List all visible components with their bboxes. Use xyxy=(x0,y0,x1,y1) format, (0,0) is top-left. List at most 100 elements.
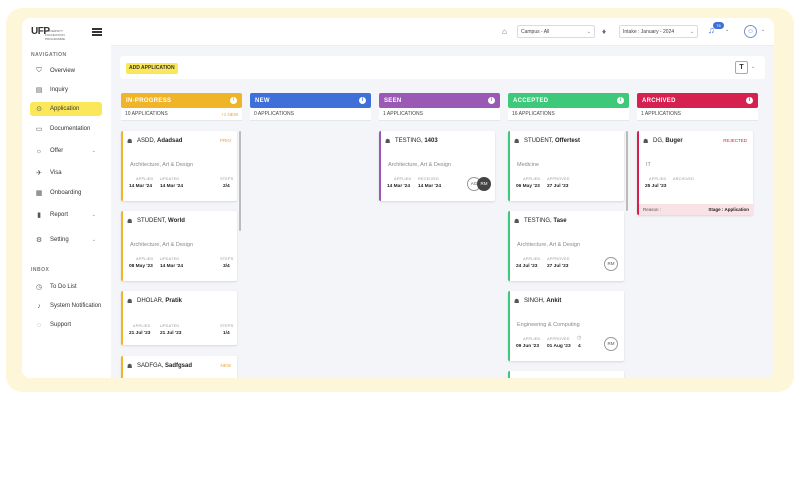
inbox-heading: INBOX xyxy=(31,267,50,273)
campus-select[interactable]: Campus - All ⌄ xyxy=(517,25,595,38)
sidebar-item-system-notification[interactable]: ♪ System Notification xyxy=(30,299,102,313)
assignee-avatar[interactable]: RM xyxy=(477,177,491,191)
column-header: ARCHIVED i xyxy=(637,93,758,108)
updated-label: UPDATED xyxy=(160,177,180,181)
updated-date: 14 Mar '24 xyxy=(160,264,184,269)
application-card[interactable]: ☗ STUDENT, World Architecture, Art & Des… xyxy=(121,211,237,281)
sidebar-item-setting[interactable]: ⚙ Setting ⌄ xyxy=(30,233,102,247)
applied-label: APPLIED xyxy=(133,324,151,328)
shield-icon: ⛉ xyxy=(36,67,42,74)
sidebar-item-todo[interactable]: ◷ To Do List xyxy=(30,280,102,294)
sidebar-item-overview[interactable]: ⛉ Overview xyxy=(30,64,102,78)
column-scrollbar[interactable] xyxy=(239,131,241,231)
chevron-down-icon[interactable]: ⌄ xyxy=(761,27,765,33)
applied-label: APPLIED xyxy=(649,177,667,181)
applied-label: APPLIED xyxy=(523,257,541,261)
sidebar: UFP UNIVERSITY FOUNDATION PROGRAMME NAVI… xyxy=(22,18,111,378)
rejection-reason: Reason : Stage : Application xyxy=(639,204,753,215)
person-icon: ☗ xyxy=(514,139,520,145)
sidebar-item-documentation[interactable]: ▭ Documentation xyxy=(30,122,102,136)
filter-button[interactable]: T xyxy=(735,61,748,74)
sidebar-item-onboarding[interactable]: ▦ Onboarding xyxy=(30,186,102,200)
column-title: ACCEPTED xyxy=(513,97,549,104)
received-date: 14 Mar '24 xyxy=(418,184,442,189)
info-icon[interactable]: i xyxy=(617,97,624,104)
approved-date: 27 Jul '23 xyxy=(547,184,569,189)
chevron-down-icon[interactable]: ⌄ xyxy=(725,27,729,33)
application-card[interactable] xyxy=(508,371,624,378)
column-title: NEW xyxy=(255,97,270,104)
sidebar-item-label: Inquiry xyxy=(50,87,69,93)
application-card[interactable]: ☗ ASDD, Adadsad PRIO Architecture, Art &… xyxy=(121,131,237,201)
person-icon: ☗ xyxy=(127,364,133,370)
column-seen: SEEN i 1 APPLICATIONS xyxy=(379,93,500,121)
applicant-name: DHOLAR, Pratik xyxy=(137,298,183,304)
column-count: 0 APPLICATIONS xyxy=(250,108,371,121)
bulb-icon: ☼ xyxy=(35,147,43,155)
steps-value: 1/4 xyxy=(223,331,230,336)
application-card[interactable]: ☗ SINGH, Ankit Engineering & Computing A… xyxy=(508,291,624,361)
sidebar-item-label: Setting xyxy=(50,237,69,243)
updated-label: UPDATED xyxy=(160,257,180,261)
new-count-badge: +1 NEW xyxy=(221,111,238,117)
sidebar-item-inquiry[interactable]: ▤ Inquiry xyxy=(30,83,102,97)
column-header: IN-PROGRESS i xyxy=(121,93,242,108)
assignee-avatar[interactable]: RM xyxy=(604,257,618,271)
app-window: UFP UNIVERSITY FOUNDATION PROGRAMME NAVI… xyxy=(22,18,774,378)
sidebar-item-label: Application xyxy=(50,106,80,112)
program-name: Architecture, Art & Design xyxy=(130,242,193,248)
status-badge: NEW xyxy=(220,363,232,368)
chevron-down-icon: ⌄ xyxy=(689,28,694,35)
hamburger-menu-icon[interactable] xyxy=(92,28,102,36)
applied-date: 21 Jul '23 xyxy=(129,331,151,336)
intake-select[interactable]: Intake : January - 2024 ⌄ xyxy=(619,25,698,38)
applied-label: APPLIED xyxy=(523,177,541,181)
info-icon[interactable]: i xyxy=(359,97,366,104)
info-icon[interactable]: i xyxy=(230,97,237,104)
logo-tagline: UNIVERSITY FOUNDATION PROGRAMME xyxy=(45,29,66,41)
application-card[interactable]: ☗ STUDENT, Offertest Medicine APPLIED AP… xyxy=(508,131,624,201)
topbar: ⌂ Campus - All ⌄ ♦ Intake : January - 20… xyxy=(111,18,774,46)
sidebar-item-support[interactable]: ◌ Support xyxy=(30,318,102,332)
applicant-name: SADFGA, Sadfgsad xyxy=(137,363,193,369)
chevron-down-icon[interactable]: ⌄ xyxy=(751,64,755,70)
archived-label: ARCHIVED xyxy=(673,177,695,181)
column-new: NEW i 0 APPLICATIONS xyxy=(250,93,371,121)
application-card[interactable]: ☗ TESTING, Tase Architecture, Art & Desi… xyxy=(508,211,624,281)
sidebar-item-offer[interactable]: ☼ Offer ⌄ xyxy=(30,144,102,158)
sidebar-item-application[interactable]: ⊙ Application xyxy=(30,102,102,116)
assignee-avatar[interactable]: RM xyxy=(604,337,618,351)
application-card[interactable]: ☗ SADFGA, Sadfgsad NEW xyxy=(121,356,237,378)
info-icon[interactable]: i xyxy=(488,97,495,104)
sidebar-item-report[interactable]: ▮ Report ⌄ xyxy=(30,208,102,222)
steps-value: 3/4 xyxy=(223,264,230,269)
user-avatar-icon[interactable]: ☺ xyxy=(744,25,757,38)
applicant-name: TESTING, 1403 xyxy=(395,138,438,144)
info-icon[interactable]: i xyxy=(746,97,753,104)
application-card[interactable]: ☗ DG, Buger REJECTED IT APPLIED ARCHIVED… xyxy=(637,131,753,215)
application-card[interactable]: ☗ DHOLAR, Pratik APPLIED UPDATED STEPS 2… xyxy=(121,291,237,345)
applied-date: 24 Jul '23 xyxy=(516,264,538,269)
clock-icon: ◷ xyxy=(35,284,43,291)
applied-label: APPLIED xyxy=(136,177,154,181)
steps-label: STEPS xyxy=(220,177,234,181)
column-title: ARCHIVED xyxy=(642,97,676,104)
column-scrollbar[interactable] xyxy=(626,131,628,211)
applicant-name: ASDD, Adadsad xyxy=(137,138,183,144)
person-icon: ☗ xyxy=(514,299,520,305)
applicant-name: STUDENT, World xyxy=(137,218,185,224)
approved-date: 01 Aug '23 xyxy=(547,344,571,349)
add-application-button[interactable]: ADD APPLICATION xyxy=(126,63,178,74)
logo[interactable]: UFP UNIVERSITY FOUNDATION PROGRAMME xyxy=(31,26,83,41)
column-title: SEEN xyxy=(384,97,402,104)
program-name: Architecture, Art & Design xyxy=(517,242,580,248)
step-count: 4 xyxy=(578,344,581,349)
board-icon: ▦ xyxy=(35,190,43,197)
notification-count-badge: 76 xyxy=(713,22,724,29)
program-name: Architecture, Art & Design xyxy=(388,162,451,168)
sidebar-item-visa[interactable]: ✈ Visa xyxy=(30,166,102,180)
status-badge: REJECTED xyxy=(723,138,747,143)
person-icon: ☗ xyxy=(385,139,391,145)
chevron-down-icon: ⌄ xyxy=(91,212,96,218)
application-card[interactable]: ☗ TESTING, 1403 Architecture, Art & Desi… xyxy=(379,131,495,201)
